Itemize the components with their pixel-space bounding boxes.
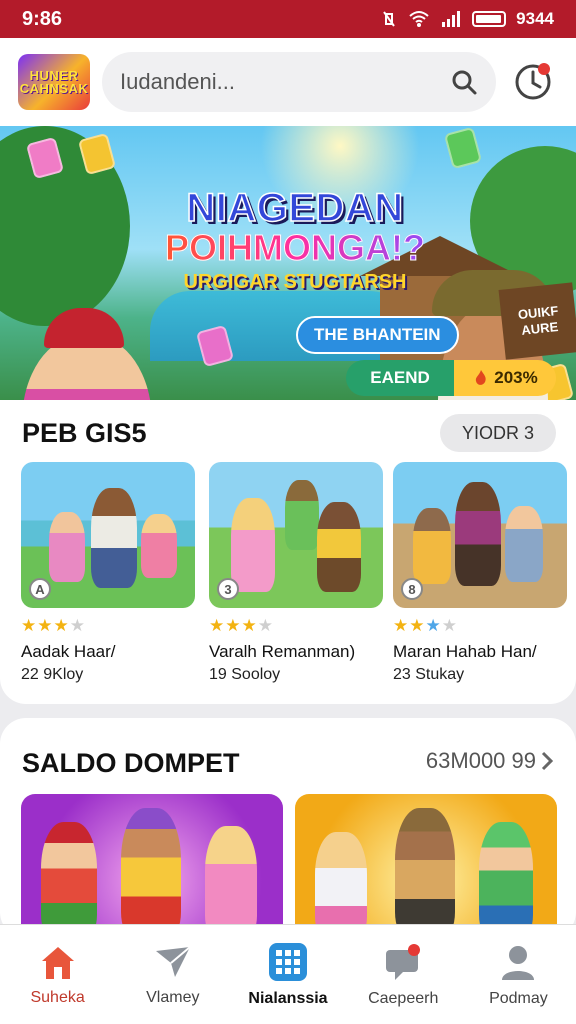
rank-badge: A	[29, 578, 51, 600]
nav-item-podmay[interactable]: Podmay	[461, 925, 576, 1024]
banner-tag-button[interactable]: THE BHANTEIN	[296, 316, 459, 354]
game-card[interactable]: 8 ★★★★ Maran Hahab Han/ 23 Stukay	[393, 462, 567, 684]
paper-plane-icon	[155, 945, 191, 977]
chevron-right-icon	[541, 751, 554, 771]
game-title: Varalh Remanman)	[209, 642, 356, 661]
game-title: Aadak Haar/	[21, 642, 116, 661]
game-subtitle: 19 Sooloy	[209, 666, 281, 683]
game-card[interactable]: A ★★★★ Aadak Haar/ 22 9Kloy	[21, 462, 195, 684]
bottom-nav: Suheka Vlamey Nialanssia Caepeerh Podmay	[0, 924, 576, 1024]
hero-banner[interactable]: OUIKF AURE NIAGEDAN POIHMONGA!? URGIGAR …	[0, 126, 576, 400]
home-icon	[41, 946, 74, 979]
figure	[395, 808, 455, 938]
figure	[41, 822, 97, 938]
search-icon[interactable]	[450, 68, 478, 96]
user-icon	[502, 945, 535, 980]
star-rating: ★★★★	[393, 616, 458, 635]
banner-bonus-badge[interactable]: 203%	[454, 360, 556, 396]
figure	[317, 502, 361, 592]
logo-line2: CAHNSAK	[19, 81, 89, 96]
nav-item-caepeerh[interactable]: Caepeerh	[346, 925, 461, 1024]
notification-button[interactable]	[508, 57, 558, 107]
rank-badge: 3	[217, 578, 239, 600]
banner-title-line1: NIAGEDAN	[186, 185, 404, 231]
star-rating: ★★★★	[209, 616, 274, 635]
wifi-icon	[409, 11, 429, 27]
game-subtitle: 22 9Kloy	[21, 666, 84, 683]
battery-icon	[472, 11, 507, 27]
wallet-section: SALDO DOMPET 63M000 99	[0, 718, 576, 938]
gem-green	[443, 126, 483, 170]
game-thumbnail[interactable]: 8	[393, 462, 567, 608]
figure	[455, 482, 501, 586]
nav-item-nialanssia[interactable]: Nialanssia	[230, 925, 345, 1024]
figure	[231, 498, 275, 592]
game-title: Maran Hahab Han/	[393, 642, 537, 661]
chat-icon	[386, 943, 421, 980]
figure	[121, 808, 181, 938]
nav-label: Nialanssia	[248, 989, 328, 1007]
nav-item-vlamey[interactable]: Vlamey	[115, 925, 230, 1024]
promo-card[interactable]	[295, 794, 557, 938]
figure	[413, 508, 451, 584]
figure	[505, 506, 543, 582]
notification-dot	[538, 63, 550, 75]
section-action-button[interactable]: YIODR 3	[439, 414, 556, 452]
battery-text: 9344	[516, 9, 554, 28]
status-bar: 9:86 9344	[0, 0, 576, 38]
vibrate-icon	[383, 11, 395, 27]
search-bar[interactable]: Iudandeni...	[102, 52, 496, 112]
section-title: SALDO DOMPET	[22, 748, 240, 778]
nav-item-home[interactable]: Suheka	[0, 925, 115, 1024]
nav-label: Podmay	[489, 989, 548, 1007]
figure	[205, 826, 257, 938]
sign-line2: AURE	[520, 319, 559, 338]
star-rating: ★★★★	[21, 616, 86, 635]
nav-label: Vlamey	[146, 988, 200, 1006]
status-icons: 9344	[380, 9, 554, 29]
game-subtitle: 23 Stukay	[393, 666, 465, 683]
search-input[interactable]: Iudandeni...	[120, 69, 235, 95]
banner-subtitle: URGIGAR STUGTARSH	[183, 271, 407, 293]
banner-title-line2: POIHMONGA!?	[150, 227, 440, 269]
grid-icon	[269, 942, 307, 981]
nav-label: Suheka	[30, 988, 85, 1006]
banner-title: NIAGEDAN POIHMONGA!? URGIGAR STUGTARSH	[150, 185, 440, 294]
game-thumbnail[interactable]: A	[21, 462, 195, 608]
wooden-sign: OUIKF AURE	[498, 282, 576, 360]
nav-label: Caepeerh	[368, 989, 439, 1007]
figure	[91, 488, 137, 588]
games-section: PEB GIS5 YIODR 3 A ★★★★ Aadak Haar/ 22 9…	[0, 400, 576, 704]
figure	[285, 480, 319, 550]
bonus-text: 203%	[494, 368, 538, 387]
section-title: PEB GIS5	[22, 418, 147, 448]
fire-icon	[476, 370, 486, 385]
promo-card[interactable]	[21, 794, 283, 938]
game-card[interactable]: 3 ★★★★ Varalh Remanman) 19 Sooloy	[209, 462, 383, 684]
hero-character-left	[22, 308, 152, 400]
wallet-balance-link[interactable]: 63M000 99	[426, 748, 554, 774]
figure	[479, 822, 533, 938]
signal-icon	[442, 11, 461, 27]
wallet-balance: 63M000 99	[425, 748, 536, 773]
banner-cta-button[interactable]: EAEND	[346, 360, 454, 396]
figure	[49, 512, 85, 582]
rank-badge: 8	[401, 578, 423, 600]
figure	[141, 514, 177, 578]
app-header: HUNER CAHNSAK Iudandeni...	[0, 38, 576, 126]
app-logo[interactable]: HUNER CAHNSAK	[18, 54, 90, 110]
game-thumbnail[interactable]: 3	[209, 462, 383, 608]
figure	[315, 832, 367, 938]
clock: 9:86	[22, 7, 63, 30]
